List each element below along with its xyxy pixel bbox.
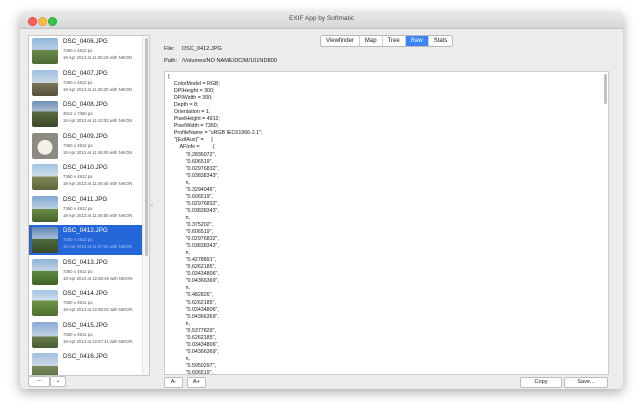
raw-metadata-text: { ColorModel = RGB; DPIHeight = 300; DPI… bbox=[168, 74, 263, 375]
file-dimensions: 4912 x 7360 px. bbox=[63, 111, 94, 116]
file-date: 18 Apr 2013 at 11:45:00 with NIKON bbox=[63, 149, 133, 155]
file-dimensions: 7360 x 4912 px. bbox=[63, 237, 94, 242]
file-list-item[interactable]: DSC_0415.JPG 7360 x 4912 px. 18 Apr 2013 a… bbox=[29, 320, 143, 350]
photo-thumbnail bbox=[32, 227, 58, 253]
tab-stats[interactable]: Stats bbox=[429, 36, 453, 46]
file-list-item[interactable]: DSC_0411.JPG 7360 x 4912 px. 18 Apr 2013 a… bbox=[29, 194, 143, 224]
file-name: DSC_0416.JPG bbox=[63, 353, 108, 360]
path-label: Path: bbox=[164, 58, 178, 64]
increase-font-button[interactable]: A+ bbox=[187, 377, 206, 388]
app-window: EXIF App by Softmatic DSC_0406.JPG 7360 x… bbox=[20, 13, 623, 389]
file-date: 18 Apr 2013 at 11:46:55 with NIKON bbox=[63, 212, 133, 218]
file-name: DSC_0411.JPG bbox=[63, 195, 108, 203]
file-date: 18 Apr 2013 at 12:57:41 with NIKON bbox=[63, 338, 133, 344]
file-date: 18 Apr 2013 at 11:47:02 with NIKON bbox=[63, 244, 133, 249]
file-name-value: DSC_0412.JPG bbox=[182, 46, 222, 52]
photo-thumbnail bbox=[32, 290, 58, 316]
remove-file-button[interactable]: -- bbox=[28, 376, 50, 387]
photo-thumbnail bbox=[32, 195, 58, 222]
photo-thumbnail bbox=[32, 38, 58, 64]
file-list[interactable]: DSC_0406.JPG 7360 x 4912 px. 18 Apr 2013 a… bbox=[28, 35, 150, 376]
file-label: File: bbox=[164, 46, 175, 52]
file-dimensions: 7360 x 4912 px. bbox=[63, 142, 94, 148]
file-list-item[interactable]: DSC_0410.JPG 7360 x 4912 px. 18 Apr 2013 a… bbox=[29, 162, 143, 192]
file-list-item[interactable]: DSC_0409.JPG 7360 x 4912 px. 18 Apr 2013 a… bbox=[29, 131, 143, 161]
file-list-item[interactable]: DSC_0416.JPG bbox=[29, 351, 143, 375]
file-date: 18 Apr 2013 at 11:35:18 with NIKON bbox=[63, 55, 133, 60]
file-dimensions: 7360 x 4912 px. bbox=[63, 300, 94, 305]
save-button[interactable]: Save... bbox=[564, 377, 608, 388]
file-list-item[interactable]: DSC_0407.JPG 7360 x 4912 px. 18 Apr 2013 a… bbox=[29, 68, 143, 98]
file-list-item[interactable]: DSC_0406.JPG 7360 x 4912 px. 18 Apr 2013 a… bbox=[29, 36, 143, 66]
file-list-item[interactable]: DSC_0408.JPG 4912 x 7360 px. 18 Apr 2013 a… bbox=[29, 99, 143, 129]
file-name: DSC_0412.JPG bbox=[63, 227, 108, 234]
photo-thumbnail bbox=[32, 69, 58, 96]
tab-tree[interactable]: Tree bbox=[383, 36, 406, 46]
tab-viewfinder[interactable]: Viewfinder bbox=[321, 36, 360, 46]
file-dimensions: 7360 x 4912 px. bbox=[63, 79, 94, 85]
file-dimensions: 7360 x 4912 px. bbox=[63, 205, 94, 211]
split-divider-handle[interactable]: ‹ bbox=[151, 203, 153, 209]
file-date: 18 Apr 2013 at 11:46:48 with NIKON bbox=[63, 181, 133, 186]
file-date: 18 Apr 2013 at 11:43:03 with NIKON bbox=[63, 118, 133, 123]
photo-thumbnail bbox=[32, 132, 58, 159]
file-dimensions: 7360 x 4912 px. bbox=[63, 331, 94, 337]
path-value: /Volumes/NO NAME/DCIM/101ND800 bbox=[182, 58, 277, 64]
photo-thumbnail bbox=[32, 164, 58, 190]
file-name: DSC_0415.JPG bbox=[63, 321, 108, 329]
file-name: DSC_0414.JPG bbox=[63, 290, 108, 297]
file-date: 18 Apr 2013 at 12:55:45 with NIKON bbox=[63, 275, 133, 281]
file-name: DSC_0407.JPG bbox=[63, 69, 108, 77]
file-dimensions: 7360 x 4912 px. bbox=[63, 48, 94, 53]
file-list-item[interactable]: DSC_0412.JPG 7360 x 4912 px. 18 Apr 2013 a… bbox=[29, 225, 143, 255]
file-list-scroll-thumb[interactable] bbox=[145, 38, 148, 256]
file-dimensions: 7360 x 4912 px. bbox=[63, 174, 94, 179]
title-bar[interactable]: EXIF App by Softmatic bbox=[20, 13, 623, 29]
window-title: EXIF App by Softmatic bbox=[288, 15, 355, 22]
file-list-item[interactable]: DSC_0414.JPG 7360 x 4912 px. 18 Apr 2013 a… bbox=[29, 288, 143, 318]
raw-metadata-view[interactable]: { ColorModel = RGB; DPIHeight = 300; DPI… bbox=[164, 71, 609, 375]
file-name: DSC_0413.JPG bbox=[63, 258, 108, 266]
file-dimensions: 7360 x 4912 px. bbox=[63, 268, 94, 274]
photo-thumbnail bbox=[32, 321, 58, 348]
file-list-item[interactable]: DSC_0413.JPG 7360 x 4912 px. 18 Apr 2013 a… bbox=[29, 257, 143, 287]
file-name: DSC_0410.JPG bbox=[63, 164, 108, 171]
view-tabs: Viewfinder Map Tree Raw Stats bbox=[320, 35, 454, 47]
file-name: DSC_0408.JPG bbox=[63, 101, 108, 108]
decrease-font-button[interactable]: A- bbox=[164, 377, 183, 388]
file-list-scrollbar[interactable] bbox=[142, 36, 149, 375]
copy-button[interactable]: Copy bbox=[520, 377, 562, 388]
file-name: DSC_0406.JPG bbox=[63, 38, 108, 45]
photo-thumbnail bbox=[32, 258, 58, 285]
file-name: DSC_0409.JPG bbox=[63, 132, 108, 140]
tab-raw[interactable]: Raw bbox=[405, 36, 429, 46]
sidebar-options-button[interactable]: ⌄ bbox=[50, 376, 66, 387]
file-date: 18 Apr 2013 at 11:36:30 with NIKON bbox=[63, 86, 133, 92]
raw-view-scroll-thumb[interactable] bbox=[604, 74, 607, 104]
tab-map[interactable]: Map bbox=[360, 36, 383, 46]
photo-thumbnail bbox=[32, 353, 58, 375]
photo-thumbnail bbox=[32, 101, 58, 127]
file-date: 18 Apr 2013 at 12:56:02 with NIKON bbox=[63, 307, 133, 312]
